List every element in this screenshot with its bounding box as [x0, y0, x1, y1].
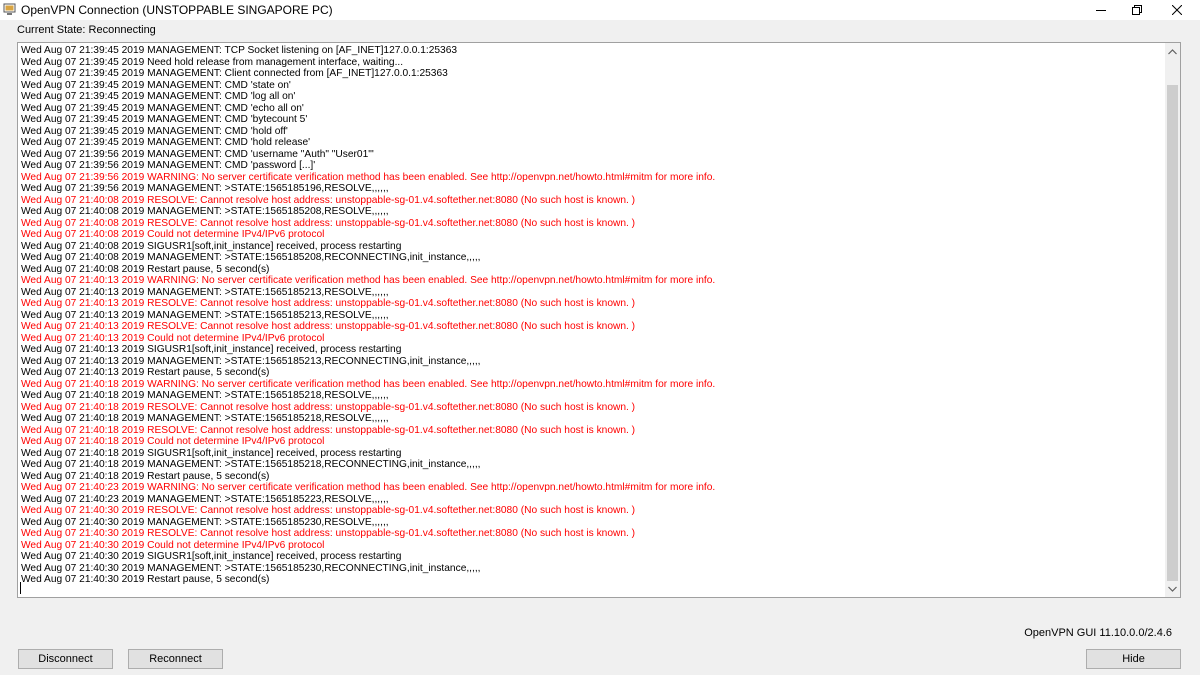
- log-line: Wed Aug 07 21:40:30 2019 RESOLVE: Cannot…: [21, 505, 636, 516]
- log-line: Wed Aug 07 21:40:13 2019 RESOLVE: Cannot…: [21, 321, 636, 332]
- log-line: Wed Aug 07 21:40:08 2019 Could not deter…: [21, 229, 325, 240]
- log-line: Wed Aug 07 21:39:56 2019 MANAGEMENT: CMD…: [21, 160, 316, 171]
- log-line: Wed Aug 07 21:40:13 2019 Could not deter…: [21, 332, 325, 344]
- log-line: Wed Aug 07 21:40:13 2019 Restart pause, …: [21, 367, 270, 378]
- log-line: Wed Aug 07 21:39:45 2019 MANAGEMENT: CMD…: [21, 102, 304, 114]
- log-line: Wed Aug 07 21:40:18 2019 MANAGEMENT: >ST…: [21, 390, 389, 401]
- log-line: Wed Aug 07 21:40:18 2019 MANAGEMENT: >ST…: [21, 413, 389, 424]
- log-line: Wed Aug 07 21:40:30 2019 Restart pause, …: [21, 574, 270, 585]
- log-line: Wed Aug 07 21:40:08 2019 SIGUSR1[soft,in…: [21, 240, 402, 252]
- scroll-down-button[interactable]: [1165, 580, 1180, 597]
- log-line: Wed Aug 07 21:39:45 2019 MANAGEMENT: CMD…: [21, 114, 308, 125]
- log-line: Wed Aug 07 21:40:13 2019 MANAGEMENT: >ST…: [21, 286, 389, 298]
- log-line: Wed Aug 07 21:40:30 2019 Could not deter…: [21, 539, 325, 551]
- log-textarea[interactable]: Wed Aug 07 21:39:45 2019 MANAGEMENT: TCP…: [17, 42, 1181, 598]
- log-line: Wed Aug 07 21:40:18 2019 Could not deter…: [21, 436, 325, 447]
- log-line: Wed Aug 07 21:40:13 2019 MANAGEMENT: >ST…: [21, 355, 481, 367]
- scroll-thumb[interactable]: [1167, 85, 1178, 581]
- log-line: Wed Aug 07 21:40:08 2019 RESOLVE: Cannot…: [21, 194, 636, 206]
- minimize-icon: [1096, 10, 1106, 11]
- log-line: Wed Aug 07 21:40:18 2019 RESOLVE: Cannot…: [21, 424, 636, 436]
- log-line: Wed Aug 07 21:40:13 2019 MANAGEMENT: >ST…: [21, 309, 389, 321]
- restore-icon: [1132, 5, 1142, 15]
- hide-button[interactable]: Hide: [1086, 649, 1181, 669]
- vertical-scrollbar[interactable]: [1165, 43, 1180, 597]
- log-content: Wed Aug 07 21:39:45 2019 MANAGEMENT: TCP…: [21, 45, 1161, 595]
- log-line: Wed Aug 07 21:40:23 2019 WARNING: No ser…: [21, 482, 716, 493]
- log-line: Wed Aug 07 21:39:45 2019 MANAGEMENT: CMD…: [21, 137, 311, 148]
- reconnect-button[interactable]: Reconnect: [128, 649, 223, 669]
- log-line: Wed Aug 07 21:40:30 2019 RESOLVE: Cannot…: [21, 528, 636, 539]
- log-line: Wed Aug 07 21:40:18 2019 RESOLVE: Cannot…: [21, 401, 636, 413]
- log-line: Wed Aug 07 21:40:30 2019 MANAGEMENT: >ST…: [21, 562, 481, 574]
- log-line: Wed Aug 07 21:39:45 2019 MANAGEMENT: CMD…: [21, 79, 291, 91]
- log-line: Wed Aug 07 21:39:45 2019 MANAGEMENT: TCP…: [21, 45, 458, 56]
- log-line: Wed Aug 07 21:39:45 2019 MANAGEMENT: CMD…: [21, 91, 296, 102]
- log-line: Wed Aug 07 21:40:23 2019 MANAGEMENT: >ST…: [21, 493, 389, 505]
- current-state-label: Current State: Reconnecting: [17, 24, 156, 36]
- log-line: Wed Aug 07 21:39:56 2019 MANAGEMENT: >ST…: [21, 183, 389, 194]
- log-line: Wed Aug 07 21:40:18 2019 Restart pause, …: [21, 470, 270, 482]
- log-line: Wed Aug 07 21:40:08 2019 MANAGEMENT: >ST…: [21, 252, 481, 263]
- close-button[interactable]: [1154, 0, 1200, 20]
- chevron-up-icon: [1168, 48, 1177, 54]
- title-bar: OpenVPN Connection (UNSTOPPABLE SINGAPOR…: [0, 0, 1200, 20]
- version-label: OpenVPN GUI 11.10.0.0/2.4.6: [1024, 627, 1172, 639]
- log-line: Wed Aug 07 21:40:13 2019 RESOLVE: Cannot…: [21, 298, 636, 309]
- log-line: Wed Aug 07 21:39:56 2019 WARNING: No ser…: [21, 171, 716, 183]
- log-line: Wed Aug 07 21:40:08 2019 MANAGEMENT: >ST…: [21, 206, 389, 217]
- log-line: Wed Aug 07 21:40:08 2019 RESOLVE: Cannot…: [21, 217, 636, 229]
- window-title: OpenVPN Connection (UNSTOPPABLE SINGAPOR…: [21, 3, 333, 17]
- disconnect-button[interactable]: Disconnect: [18, 649, 113, 669]
- close-icon: [1172, 5, 1182, 15]
- log-line: Wed Aug 07 21:40:18 2019 SIGUSR1[soft,in…: [21, 447, 402, 459]
- chevron-down-icon: [1168, 586, 1177, 592]
- log-line: Wed Aug 07 21:40:18 2019 WARNING: No ser…: [21, 378, 716, 390]
- log-line: Wed Aug 07 21:40:13 2019 WARNING: No ser…: [21, 275, 716, 286]
- log-line: Wed Aug 07 21:39:56 2019 MANAGEMENT: CMD…: [21, 148, 374, 160]
- log-line: Wed Aug 07 21:40:30 2019 SIGUSR1[soft,in…: [21, 551, 402, 562]
- log-line: Wed Aug 07 21:40:08 2019 Restart pause, …: [21, 263, 270, 275]
- text-caret: [20, 582, 21, 594]
- log-line: Wed Aug 07 21:40:13 2019 SIGUSR1[soft,in…: [21, 344, 402, 355]
- log-line: Wed Aug 07 21:39:45 2019 MANAGEMENT: Cli…: [21, 68, 448, 79]
- openvpn-monitor-icon: [3, 3, 16, 15]
- log-line: Wed Aug 07 21:39:45 2019 MANAGEMENT: CMD…: [21, 125, 288, 137]
- log-line: Wed Aug 07 21:40:18 2019 MANAGEMENT: >ST…: [21, 459, 481, 470]
- log-line: Wed Aug 07 21:40:30 2019 MANAGEMENT: >ST…: [21, 516, 389, 528]
- log-line: Wed Aug 07 21:39:45 2019 Need hold relea…: [21, 56, 404, 68]
- scroll-up-button[interactable]: [1165, 43, 1180, 60]
